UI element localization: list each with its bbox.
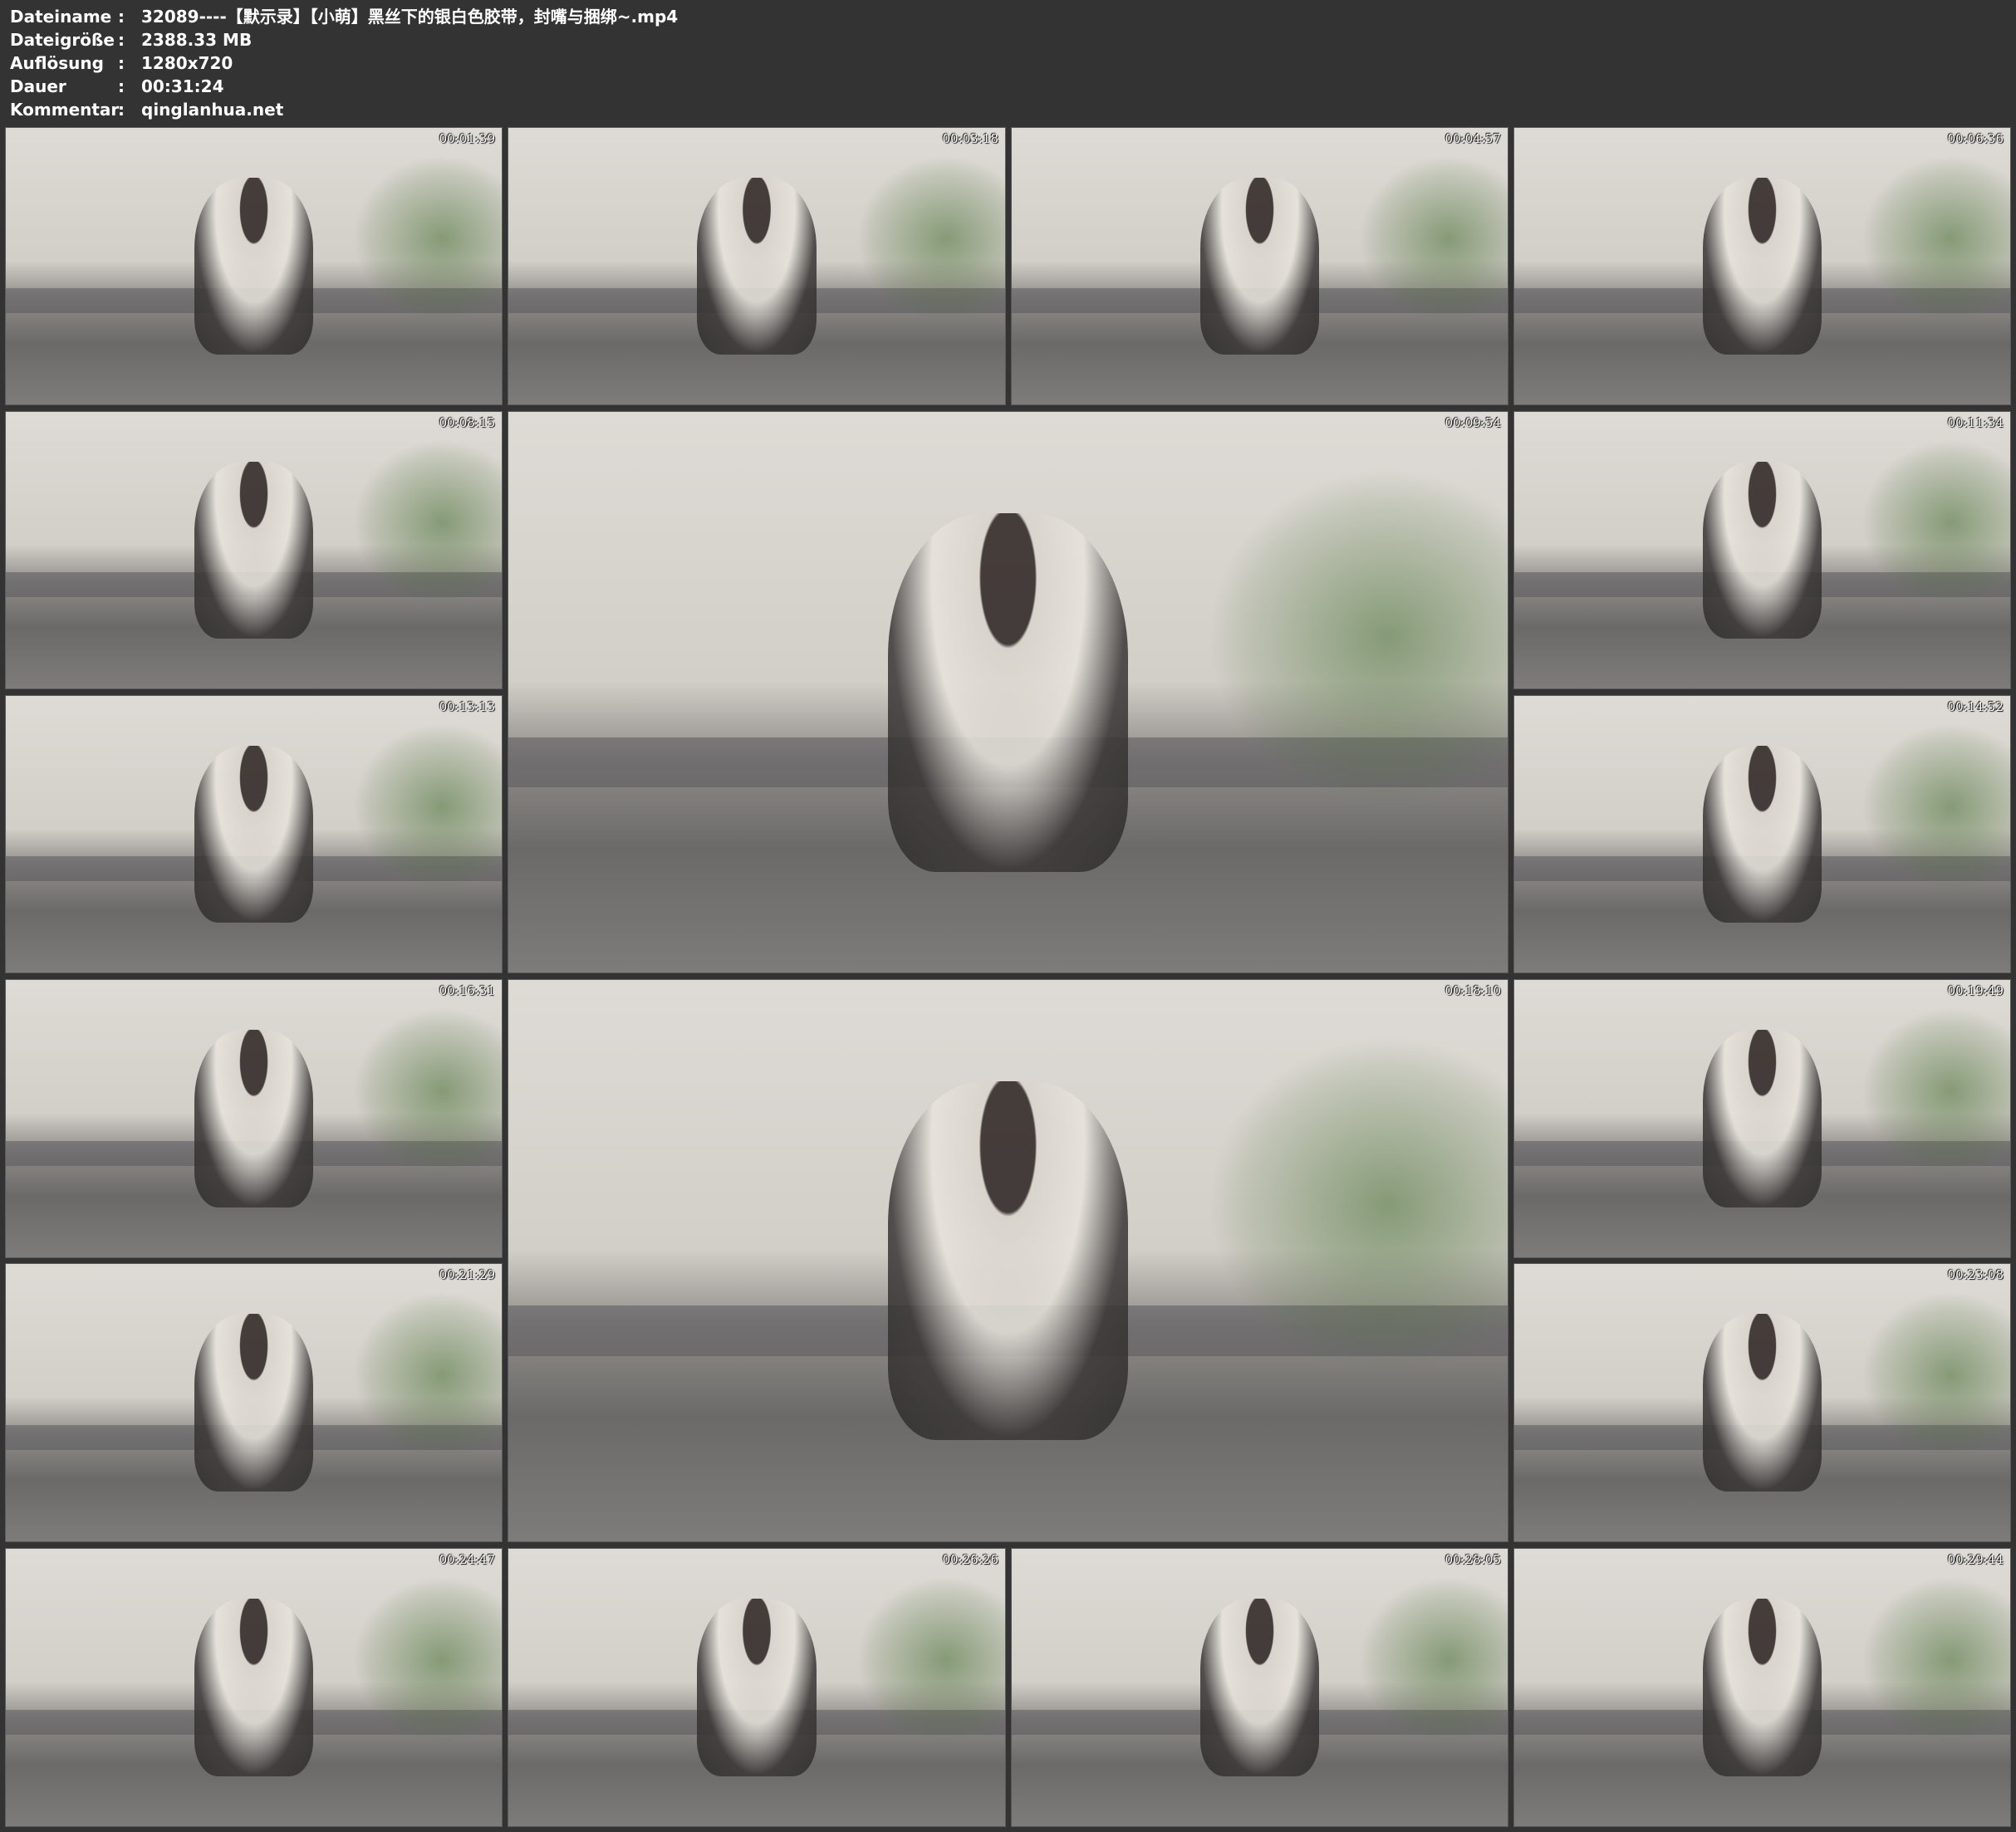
video-thumbnail-large[interactable]: 00:18:10 — [508, 979, 1508, 1542]
info-label: Auflösung — [10, 53, 104, 73]
thumbnail-timestamp: 00:24:47 — [439, 1552, 495, 1567]
info-separator: : — [118, 7, 125, 27]
info-separator: : — [118, 100, 125, 120]
video-thumbnail[interactable]: 00:03:18 — [508, 127, 1006, 405]
info-separator: : — [118, 53, 125, 73]
thumbnail-timestamp: 00:08:15 — [439, 415, 495, 430]
info-row-filename: Dateiname : 32089----【默示录】【小萌】黑丝下的银白色胶带，… — [10, 5, 678, 28]
thumbnail-timestamp: 00:04:57 — [1445, 131, 1501, 146]
video-thumbnail[interactable]: 00:16:31 — [5, 979, 503, 1258]
video-thumbnail[interactable]: 00:13:13 — [5, 695, 503, 973]
thumbnail-timestamp: 00:06:36 — [1947, 131, 2004, 146]
video-thumbnail[interactable]: 00:29:44 — [1513, 1548, 2011, 1827]
info-row-comment: Kommentar : qinglanhua.net — [10, 98, 678, 121]
video-thumbnail[interactable]: 00:06:36 — [1513, 127, 2011, 405]
info-separator: : — [118, 76, 125, 96]
thumbnail-timestamp: 00:28:05 — [1445, 1552, 1501, 1567]
thumbnail-timestamp: 00:09:54 — [1445, 415, 1501, 430]
video-thumbnail[interactable]: 00:21:29 — [5, 1263, 503, 1542]
thumbnail-timestamp: 00:21:29 — [439, 1267, 495, 1282]
video-thumbnail[interactable]: 00:11:34 — [1513, 411, 2011, 689]
video-thumbnail-large[interactable]: 00:09:54 — [508, 411, 1508, 973]
info-label: Kommentar — [10, 100, 120, 120]
info-label: Dauer — [10, 76, 66, 96]
thumbnail-timestamp: 00:29:44 — [1947, 1552, 2004, 1567]
thumbnail-timestamp: 00:03:18 — [942, 131, 998, 146]
video-thumbnail[interactable]: 00:26:26 — [508, 1548, 1006, 1827]
info-row-resolution: Auflösung : 1280x720 — [10, 51, 678, 75]
info-value: 00:31:24 — [141, 76, 224, 96]
video-thumbnail[interactable]: 00:14:52 — [1513, 695, 2011, 973]
info-value: 1280x720 — [141, 53, 233, 73]
info-value: 2388.33 MB — [141, 30, 253, 50]
video-thumbnail[interactable]: 00:04:57 — [1011, 127, 1508, 405]
info-row-duration: Dauer : 00:31:24 — [10, 75, 678, 98]
video-thumbnail[interactable]: 00:28:05 — [1011, 1548, 1508, 1827]
info-value: 32089----【默示录】【小萌】黑丝下的银白色胶带，封嘴与捆绑~.mp4 — [141, 7, 679, 27]
info-value: qinglanhua.net — [141, 100, 284, 120]
video-thumbnail[interactable]: 00:19:49 — [1513, 979, 2011, 1258]
thumbnail-timestamp: 00:14:52 — [1947, 699, 2004, 714]
thumbnail-timestamp: 00:01:39 — [439, 131, 495, 146]
video-thumbnail[interactable]: 00:23:08 — [1513, 1263, 2011, 1542]
file-info-header: Dateiname : 32089----【默示录】【小萌】黑丝下的银白色胶带，… — [10, 5, 678, 121]
info-separator: : — [118, 30, 125, 50]
thumbnail-timestamp: 00:18:10 — [1445, 983, 1501, 998]
video-thumbnail[interactable]: 00:08:15 — [5, 411, 503, 689]
thumbnail-timestamp: 00:23:08 — [1947, 1267, 2004, 1282]
video-thumbnail[interactable]: 00:24:47 — [5, 1548, 503, 1827]
thumbnail-timestamp: 00:19:49 — [1947, 983, 2004, 998]
info-label: Dateigröße — [10, 30, 115, 50]
info-label: Dateiname — [10, 7, 112, 27]
info-row-filesize: Dateigröße : 2388.33 MB — [10, 28, 678, 51]
thumbnail-timestamp: 00:13:13 — [439, 699, 495, 714]
video-thumbnail[interactable]: 00:01:39 — [5, 127, 503, 405]
thumbnail-timestamp: 00:11:34 — [1947, 415, 2004, 430]
thumbnail-timestamp: 00:26:26 — [942, 1552, 998, 1567]
thumbnail-timestamp: 00:16:31 — [439, 983, 495, 998]
